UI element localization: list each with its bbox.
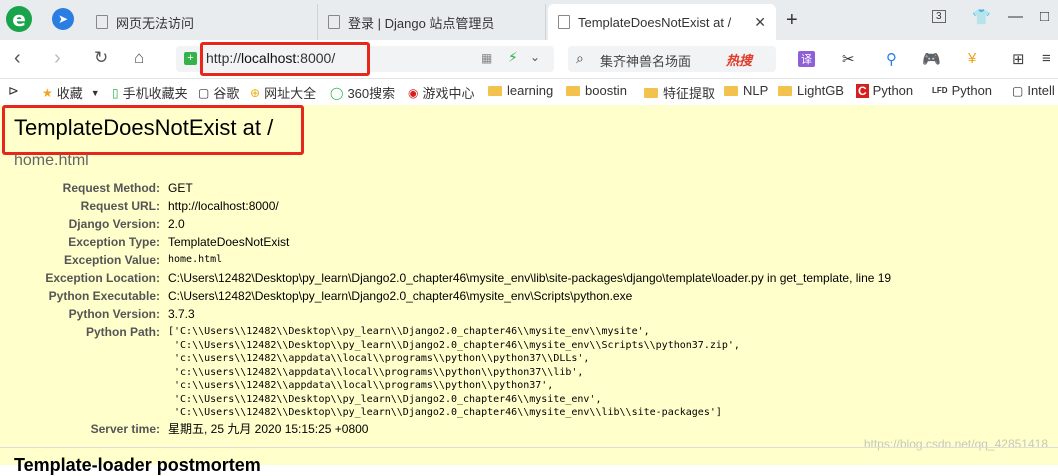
table-row: Server time: 星期五, 25 九月 2020 15:15:25 +08… bbox=[90, 421, 369, 436]
table-row: Exception Value: home.html bbox=[63, 253, 223, 267]
bookmark-folder[interactable]: boostin bbox=[566, 83, 627, 98]
page-icon: ▢ bbox=[198, 85, 210, 100]
grid-menu-icon[interactable]: ⊞ bbox=[1012, 50, 1025, 68]
table-row: Django Version: 2.0 bbox=[68, 217, 185, 231]
address-toolbar: ‹ › ↻ ⌂ + http://localhost:8000/ ▦ ⚡ ⌄ ⌕… bbox=[0, 40, 1058, 79]
bookmark-item[interactable]: ★ 收藏 ▼ bbox=[42, 83, 100, 102]
bookmarks-bar: ⊳ ★ 收藏 ▼ ▯ 手机收藏夹 ▢ 谷歌 ⊕ 网址大全 ◯ 360搜索 ◉ 游戏中心 lea… bbox=[0, 79, 1058, 106]
new-tab-button[interactable]: + bbox=[786, 9, 798, 32]
browser-logo-icon[interactable]: e bbox=[6, 6, 32, 32]
url-highlight-box bbox=[200, 42, 370, 76]
forward-icon[interactable]: › bbox=[54, 48, 61, 68]
bookmark-item[interactable]: LFD Python bbox=[932, 83, 992, 98]
hot-search-label[interactable]: 热搜 bbox=[726, 50, 752, 69]
bookmark-item[interactable]: C Python bbox=[856, 83, 913, 98]
request-meta-table: Request Method: GET Request URL: http://lo… bbox=[0, 179, 891, 438]
bookmark-item[interactable]: ◯ 360搜索 bbox=[330, 83, 395, 102]
back-icon[interactable]: ‹ bbox=[14, 48, 21, 68]
star-icon: ★ bbox=[42, 85, 53, 100]
page-icon bbox=[558, 15, 570, 29]
divider bbox=[0, 447, 1058, 448]
phone-icon: ▯ bbox=[112, 85, 119, 100]
section-heading: Template-loader postmortem bbox=[14, 455, 261, 475]
search-query[interactable]: 集齐神兽名场面 bbox=[600, 51, 691, 70]
watermark: https://blog.csdn.net/qq_42851418 bbox=[863, 437, 1048, 451]
page-icon bbox=[328, 15, 340, 29]
qr-code-icon[interactable]: ▦ bbox=[481, 51, 492, 65]
chevron-down-icon: ▼ bbox=[90, 87, 100, 98]
django-error-page: TemplateDoesNotExist at / home.html Requ… bbox=[0, 105, 1058, 475]
chevron-down-icon[interactable]: ⌄ bbox=[530, 50, 540, 64]
python-path-value: ['C:\\Users\\12482\\Desktop\\py_learn\\D… bbox=[168, 326, 740, 418]
error-subtitle: home.html bbox=[14, 152, 89, 169]
game-controller-icon[interactable]: 🎮 bbox=[922, 50, 941, 68]
secure-shield-icon: + bbox=[184, 52, 197, 65]
bookmark-item[interactable]: ◉ 游戏中心 bbox=[408, 83, 475, 102]
plus-circle-icon: ⊕ bbox=[250, 85, 261, 100]
tab-label: 网页无法访问 bbox=[116, 15, 195, 31]
bookmark-folder[interactable]: NLP bbox=[724, 83, 768, 98]
home-icon[interactable]: ⌂ bbox=[134, 48, 144, 68]
page-icon: ▢ bbox=[1012, 83, 1024, 98]
table-row: Exception Type: TemplateDoesNotExist bbox=[68, 235, 290, 249]
bookmark-folder[interactable]: learning bbox=[488, 83, 553, 98]
table-row: Request URL: http://localhost:8000/ bbox=[80, 199, 279, 213]
sidebar-toggle-icon[interactable]: ⊳ bbox=[8, 83, 19, 99]
tab-label: 登录 | Django 站点管理员 bbox=[348, 15, 495, 31]
minimize-icon[interactable]: — bbox=[1008, 8, 1023, 25]
hamburger-menu-icon[interactable]: ≡ bbox=[1042, 50, 1051, 67]
bookmark-item[interactable]: ▯ 手机收藏夹 bbox=[112, 83, 188, 102]
table-row: Request Method: GET bbox=[62, 181, 193, 195]
bookmark-item[interactable]: ⊕ 网址大全 bbox=[250, 83, 316, 102]
shirt-icon[interactable]: 👕 bbox=[972, 8, 991, 26]
table-row: Python Version: 3.7.3 bbox=[68, 307, 195, 321]
scissors-icon[interactable]: ✂ bbox=[842, 50, 855, 68]
bookmark-folder[interactable]: 特征提取 bbox=[644, 83, 715, 102]
tab-active[interactable]: TemplateDoesNotExist at / ✕ bbox=[548, 4, 776, 40]
c-icon: C bbox=[856, 83, 869, 98]
title-highlight-box bbox=[2, 105, 304, 155]
folder-icon bbox=[644, 87, 658, 98]
table-row: Python Executable: C:\Users\12482\Desktop… bbox=[48, 289, 633, 303]
tab-label: TemplateDoesNotExist at / bbox=[578, 14, 732, 30]
tab-1[interactable]: 网页无法访问 bbox=[86, 4, 318, 40]
folder-icon bbox=[778, 85, 792, 96]
bookmark-item[interactable]: ▢ Intell bbox=[1012, 83, 1055, 98]
page-icon bbox=[96, 15, 108, 29]
search-tool-icon[interactable]: ⚲ bbox=[886, 50, 897, 68]
search-box[interactable]: ⌕ 集齐神兽名场面 热搜 bbox=[568, 46, 776, 72]
table-row: Python Path: ['C:\\Users\\12482\\Desktop\… bbox=[0, 323, 891, 420]
tab-2[interactable]: 登录 | Django 站点管理员 bbox=[318, 4, 546, 40]
search-icon: ⌕ bbox=[576, 50, 584, 66]
reload-icon[interactable]: ↻ bbox=[94, 48, 108, 68]
translate-icon[interactable]: 译 bbox=[798, 51, 815, 67]
coin-icon[interactable]: ¥ bbox=[968, 50, 976, 67]
compass-icon[interactable]: ➤ bbox=[52, 8, 74, 30]
window-count-badge[interactable]: 3 bbox=[932, 10, 946, 23]
folder-icon bbox=[488, 85, 502, 96]
circle-icon: ◯ bbox=[330, 85, 344, 100]
game-icon: ◉ bbox=[408, 85, 419, 100]
table-row: Exception Location: C:\Users\12482\Deskto… bbox=[45, 271, 892, 285]
folder-icon bbox=[724, 85, 738, 96]
bookmark-folder[interactable]: LightGB bbox=[778, 83, 844, 98]
lfd-icon: LFD bbox=[932, 86, 948, 95]
maximize-icon[interactable]: □ bbox=[1040, 8, 1049, 25]
bookmark-item[interactable]: ▢ 谷歌 bbox=[198, 83, 239, 102]
close-tab-icon[interactable]: ✕ bbox=[754, 14, 766, 31]
folder-icon bbox=[566, 85, 580, 96]
lightning-icon[interactable]: ⚡ bbox=[508, 49, 518, 66]
tab-bar: e ➤ 网页无法访问 登录 | Django 站点管理员 TemplateDoe… bbox=[0, 0, 1058, 40]
